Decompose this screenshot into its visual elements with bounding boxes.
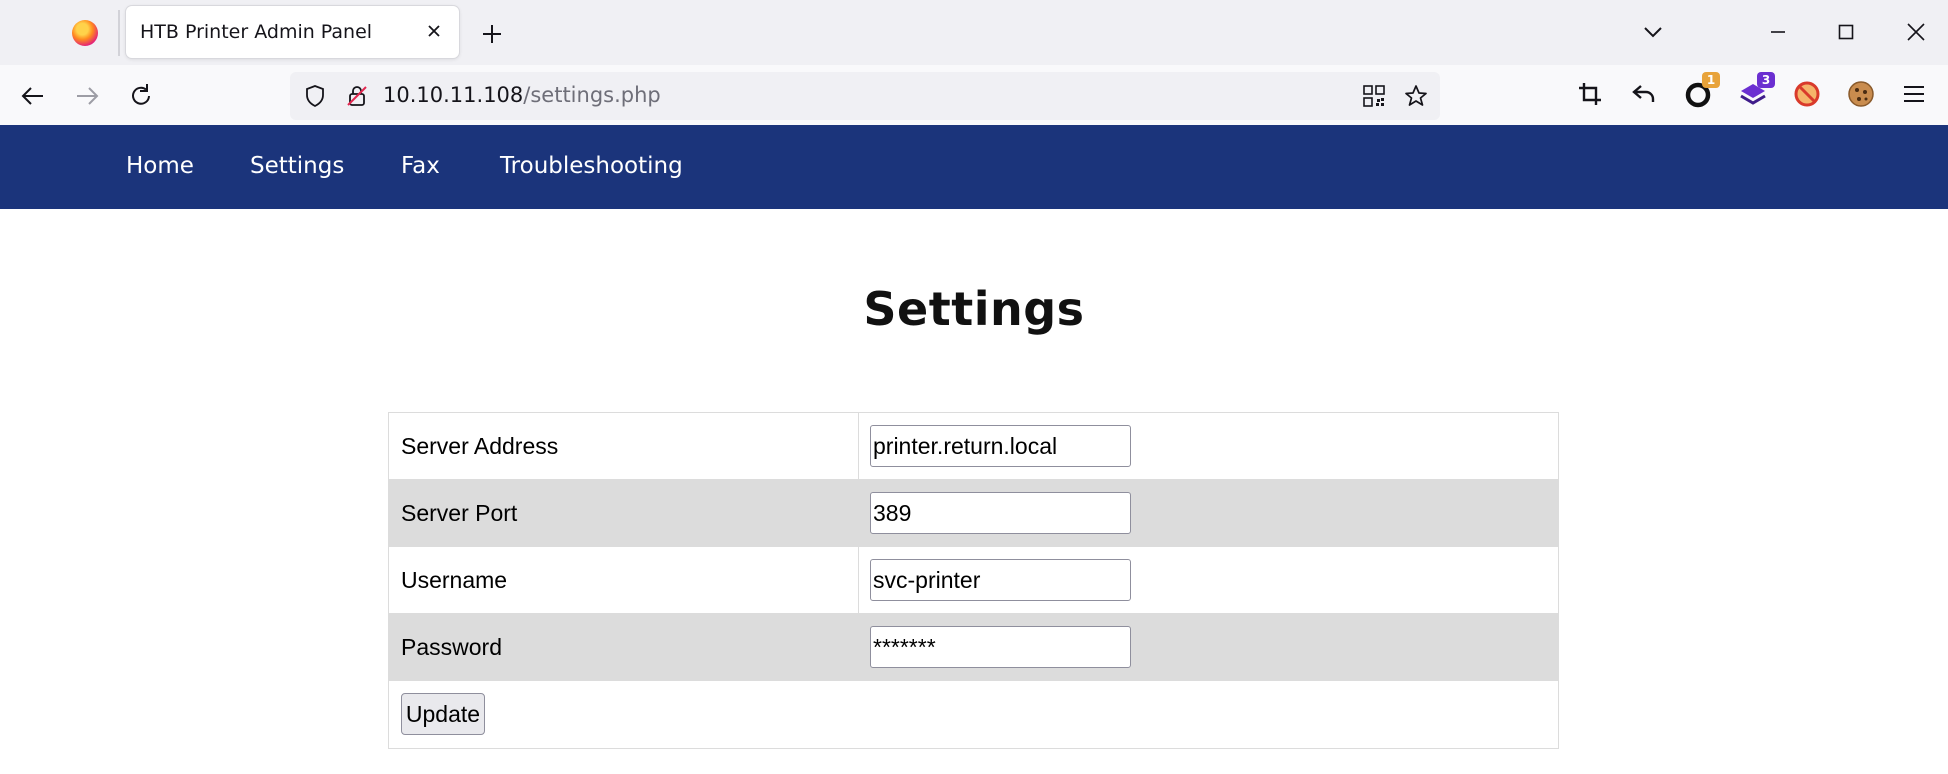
extension-stack-icon[interactable]: 3 (1737, 72, 1775, 110)
forward-arrow-icon[interactable] (72, 81, 102, 111)
username-input[interactable] (870, 559, 1131, 601)
server-address-label: Server Address (401, 433, 559, 459)
browser-nav-bar: 10.10.11.108/settings.php 1 3 (0, 65, 1948, 125)
server-port-input[interactable] (870, 492, 1131, 534)
server-address-input[interactable] (870, 425, 1131, 467)
address-bar[interactable]: 10.10.11.108/settings.php (290, 72, 1440, 120)
update-button[interactable]: Update (401, 693, 485, 735)
username-label: Username (401, 567, 508, 593)
url-host: 10.10.11.108 (383, 83, 524, 107)
crop-icon[interactable] (1574, 78, 1606, 110)
browser-tab-active[interactable]: HTB Printer Admin Panel (126, 6, 459, 58)
form-row-server-port: Server Port (389, 480, 1558, 547)
minimize-icon[interactable] (1764, 18, 1792, 46)
url-text[interactable]: 10.10.11.108/settings.php (383, 83, 661, 107)
menu-icon[interactable] (1898, 78, 1930, 110)
settings-form: Server Address Server Port Username Pass… (388, 412, 1559, 749)
tab-title: HTB Printer Admin Panel (140, 21, 373, 43)
nav-link-fax[interactable]: Fax (401, 153, 440, 179)
column-divider (858, 614, 859, 680)
maximize-icon[interactable] (1832, 18, 1860, 46)
insecure-lock-icon[interactable] (343, 82, 371, 110)
column-divider (858, 480, 859, 546)
extension-badge: 1 (1702, 72, 1720, 88)
column-divider (858, 413, 859, 479)
close-window-icon[interactable] (1902, 18, 1930, 46)
form-row-submit: Update (389, 681, 1558, 748)
new-tab-icon[interactable] (477, 19, 507, 49)
bookmark-star-icon[interactable] (1403, 83, 1429, 109)
nav-link-troubleshooting[interactable]: Troubleshooting (500, 153, 683, 179)
reload-icon[interactable] (126, 81, 156, 111)
blocked-icon[interactable] (1791, 78, 1823, 110)
nav-link-home[interactable]: Home (126, 153, 194, 179)
browser-tab-bar: HTB Printer Admin Panel (0, 0, 1948, 65)
shield-icon[interactable] (301, 82, 329, 110)
cookie-icon[interactable] (1845, 78, 1877, 110)
password-input[interactable] (870, 626, 1131, 668)
extension-ring-icon[interactable]: 1 (1682, 72, 1720, 110)
undo-arrow-icon[interactable] (1628, 78, 1660, 110)
extension-badge: 3 (1757, 72, 1775, 88)
tab-divider (118, 10, 120, 56)
page-title: Settings (863, 282, 1085, 336)
qr-code-icon[interactable] (1362, 84, 1386, 108)
url-path: /settings.php (523, 83, 661, 107)
form-row-server-address: Server Address (389, 413, 1558, 480)
back-arrow-icon[interactable] (18, 81, 48, 111)
chevron-down-icon[interactable] (1639, 18, 1667, 46)
password-label: Password (401, 634, 502, 660)
close-tab-icon[interactable] (421, 18, 447, 44)
column-divider (858, 547, 859, 613)
nav-link-settings[interactable]: Settings (250, 153, 344, 179)
site-nav: Home Settings Fax Troubleshooting (0, 125, 1948, 209)
form-row-username: Username (389, 547, 1558, 614)
firefox-icon[interactable] (72, 20, 98, 46)
form-row-password: Password (389, 614, 1558, 681)
server-port-label: Server Port (401, 500, 518, 526)
